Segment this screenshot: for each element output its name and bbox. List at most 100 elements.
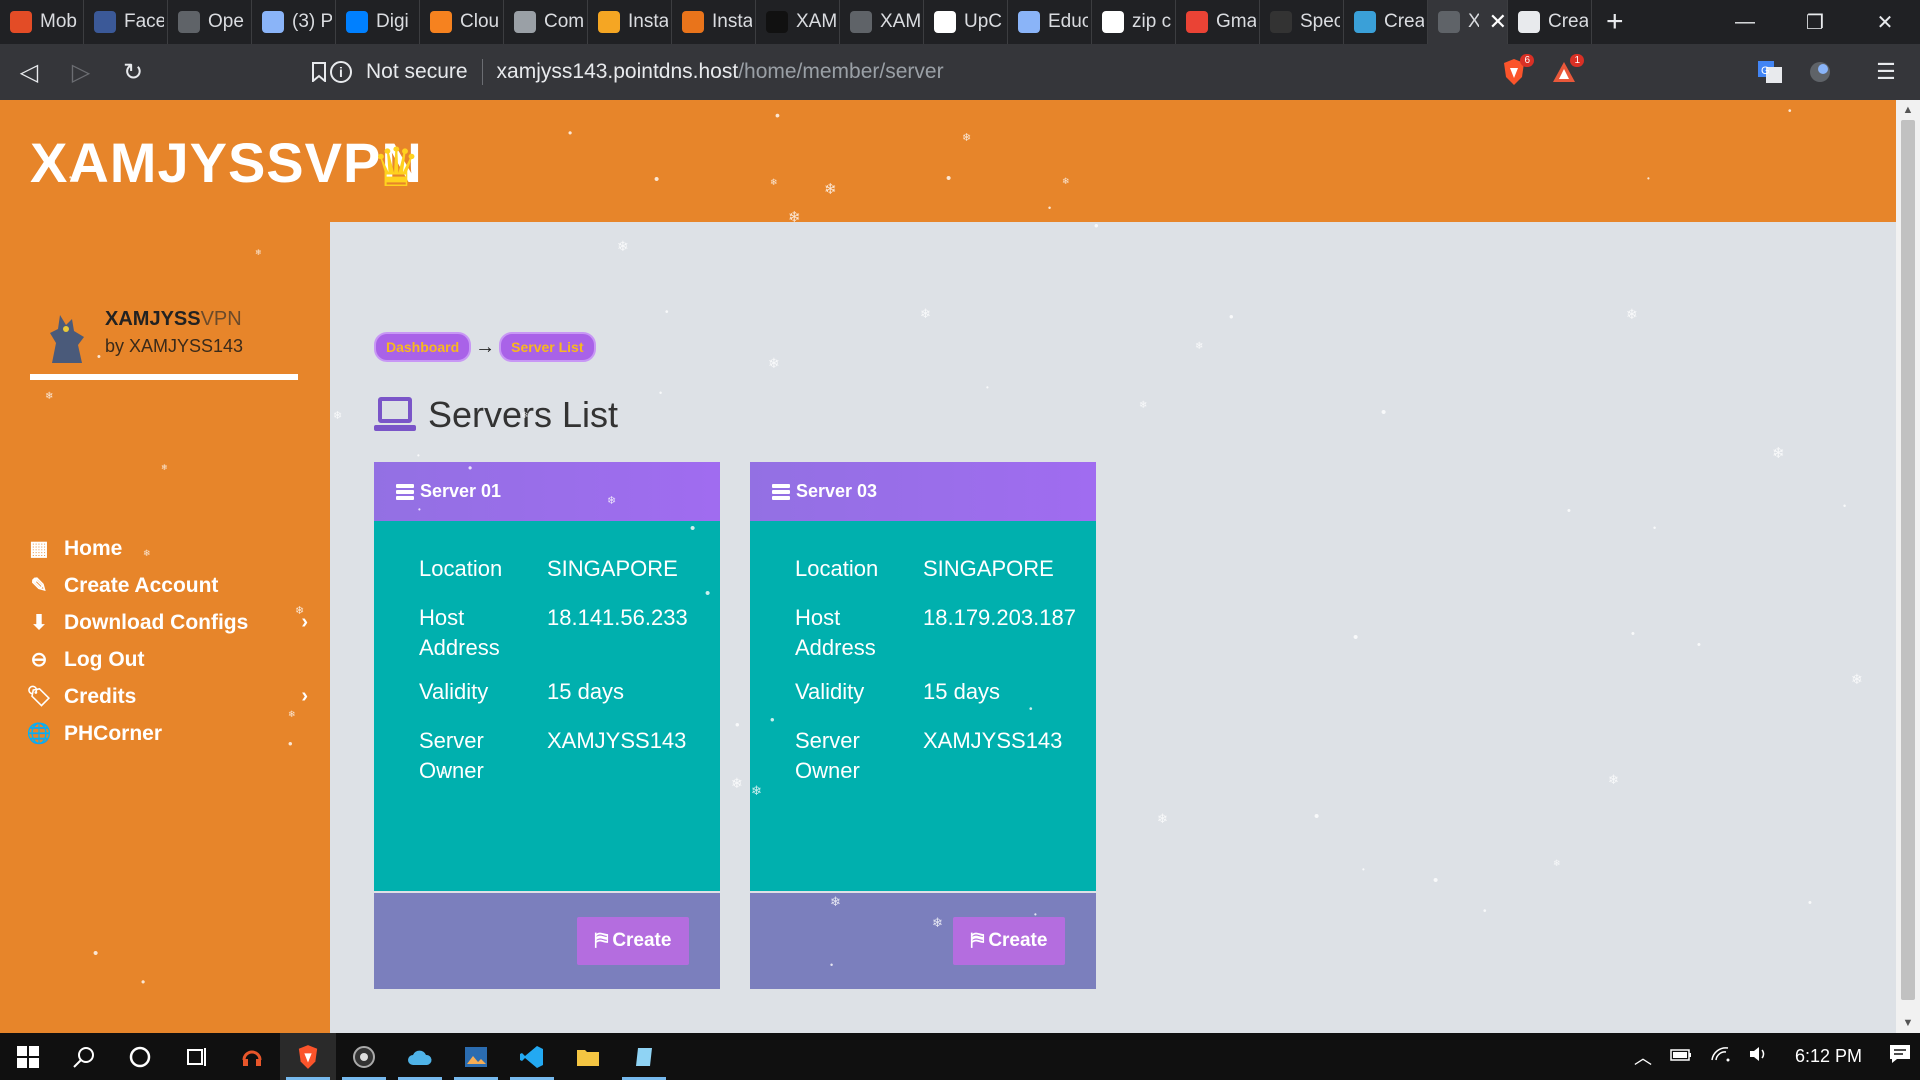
browser-tab[interactable]: (3) P: [252, 0, 336, 44]
detail-label: Server Owner: [795, 728, 860, 783]
extension-icon[interactable]: [1800, 52, 1840, 92]
browser-tab[interactable]: Spec: [1260, 0, 1344, 44]
new-tab-button[interactable]: +: [1592, 0, 1638, 44]
brave-icon[interactable]: [280, 1033, 336, 1080]
clock[interactable]: 6:12 PM: [1777, 1046, 1880, 1067]
tab-title: Face: [124, 11, 164, 32]
search-icon[interactable]: [56, 1033, 112, 1080]
sidebar-item-home[interactable]: ▦ Home: [28, 530, 308, 567]
detail-value: 18.179.203.187: [923, 605, 1076, 630]
notepad-icon[interactable]: [616, 1033, 672, 1080]
browser-toolbar: ◁ ▷ ↻ i Not secure xamjyss143.pointdns.h…: [0, 44, 1920, 100]
photos-icon[interactable]: [448, 1033, 504, 1080]
cortana-icon[interactable]: [112, 1033, 168, 1080]
translate-icon[interactable]: G: [1750, 52, 1790, 92]
tab-title: Gma: [1216, 11, 1256, 32]
site-brand[interactable]: XAMJYSSVPN: [30, 130, 423, 195]
globe-icon: [178, 11, 200, 33]
browser-tab[interactable]: Clou: [420, 0, 504, 44]
browser-tab[interactable]: Educ: [1008, 0, 1092, 44]
dark-icon: [766, 11, 788, 33]
tab-title: Com: [544, 11, 584, 32]
browser-tab-strip: Mob Face Ope (3) P Digi Clou Com Insta Insta XAM X…: [0, 0, 1920, 44]
rewards-badge: 1: [1570, 54, 1584, 67]
ticket-icon: ⛿: [970, 930, 985, 951]
sidebar-item-label: Log Out: [64, 647, 145, 671]
page-title: Servers List: [428, 394, 619, 435]
headset-icon[interactable]: [224, 1033, 280, 1080]
sidebar-item-log-out[interactable]: ⊖ Log Out: [28, 641, 308, 678]
info-icon[interactable]: i: [330, 61, 352, 83]
browser-tab[interactable]: Crea: [1344, 0, 1428, 44]
browser-tab[interactable]: Insta: [588, 0, 672, 44]
gmail-icon: [1186, 11, 1208, 33]
scrollbar-thumb[interactable]: [1901, 120, 1915, 1000]
address-bar[interactable]: i Not secure xamjyss143.pointdns.host/ho…: [330, 52, 1488, 92]
cloud-app-icon[interactable]: [392, 1033, 448, 1080]
profile-name-bold: XAMJYSS: [105, 308, 201, 330]
sidebar-item-credits[interactable]: 🏷 Credits ›: [26, 678, 308, 715]
browser-tab[interactable]: Crea: [1508, 0, 1592, 44]
scroll-down-arrow[interactable]: ▼: [1896, 1013, 1920, 1033]
browser-tab[interactable]: Insta: [672, 0, 756, 44]
browser-tab[interactable]: UpC: [924, 0, 1008, 44]
scroll-up-arrow[interactable]: ▲: [1896, 100, 1920, 120]
volume-icon[interactable]: [1739, 1046, 1777, 1067]
edge-icon: [1354, 11, 1376, 33]
detail-label: Location: [795, 556, 879, 581]
browser-tab[interactable]: XAM: [756, 0, 840, 44]
windows-start-icon[interactable]: [0, 1033, 56, 1080]
breadcrumb-server-list[interactable]: Server List: [499, 332, 596, 362]
browser-tab[interactable]: Face: [84, 0, 168, 44]
vscode-icon[interactable]: [504, 1033, 560, 1080]
server-card-header: Server 01: [374, 462, 720, 521]
browser-tab[interactable]: Digi: [336, 0, 420, 44]
browser-tab[interactable]: Gma: [1176, 0, 1260, 44]
task-view-icon[interactable]: [168, 1033, 224, 1080]
sidebar-item-download-configs[interactable]: ⬇ Download Configs ›: [28, 604, 308, 641]
action-center-icon[interactable]: [1880, 1044, 1920, 1069]
server-card-footer: ⛿ Create: [374, 893, 720, 989]
browser-menu-icon[interactable]: ☰: [1866, 52, 1906, 92]
facebook-icon: [94, 11, 116, 33]
close-tab-icon[interactable]: ✕: [1489, 9, 1507, 35]
wifi-icon[interactable]: [1701, 1046, 1739, 1067]
brave-shields-icon[interactable]: 6: [1494, 52, 1534, 92]
browser-tab[interactable]: zip c: [1092, 0, 1176, 44]
restore-button[interactable]: ❐: [1780, 0, 1850, 44]
browser-tab[interactable]: Com: [504, 0, 588, 44]
tray-overflow-icon[interactable]: ︿: [1625, 1044, 1661, 1070]
battery-icon[interactable]: [1661, 1046, 1701, 1067]
tab-title: UpC: [964, 11, 1003, 32]
detail-value: SINGAPORE: [923, 556, 1054, 581]
digitalocean-icon: [346, 11, 368, 33]
browser-tab[interactable]: XAM: [840, 0, 924, 44]
box-icon: [598, 11, 620, 33]
sidebar-menu: ▦ Home ✎ Create Account ⬇ Download Configs › ⊖ L…: [26, 530, 308, 752]
close-window-button[interactable]: ✕: [1850, 0, 1920, 44]
cube-icon: [262, 11, 284, 33]
tab-title: Insta: [712, 11, 752, 32]
upc-icon: [934, 11, 956, 33]
reload-button[interactable]: ↻: [110, 49, 156, 95]
create-button[interactable]: ⛿ Create: [953, 917, 1065, 965]
obs-icon[interactable]: [336, 1033, 392, 1080]
brave-rewards-icon[interactable]: 1: [1544, 52, 1584, 92]
minimize-button[interactable]: —: [1710, 0, 1780, 44]
browser-tab[interactable]: Ope: [168, 0, 252, 44]
browser-tab[interactable]: X✕: [1428, 0, 1508, 44]
page-scrollbar[interactable]: ▲ ▼: [1896, 100, 1920, 1033]
create-button-label: Create: [612, 930, 672, 951]
sidebar-item-phcorner[interactable]: 🌐 PHCorner: [27, 715, 308, 752]
forward-button[interactable]: ▷: [58, 49, 104, 95]
create-button[interactable]: ⛿ Create: [577, 917, 689, 965]
browser-tab[interactable]: Mob: [0, 0, 84, 44]
server-title: Server 03: [796, 481, 878, 501]
system-tray: ︿ 6:12 PM: [1625, 1033, 1920, 1080]
sidebar: XAMJYSSVPN by XAMJYSS143 ▦ Home ✎ Create Ac…: [0, 222, 330, 1033]
back-button[interactable]: ◁: [6, 49, 52, 95]
breadcrumb-dashboard[interactable]: Dashboard: [374, 332, 472, 362]
sidebar-item-create-account[interactable]: ✎ Create Account: [28, 567, 308, 604]
file-explorer-icon[interactable]: [560, 1033, 616, 1080]
tab-title: XAM: [880, 11, 920, 32]
